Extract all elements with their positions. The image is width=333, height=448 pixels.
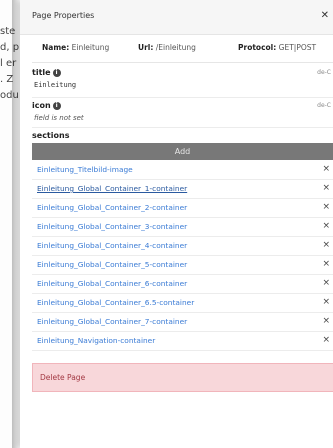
section-row: Einleitung_Global_Container_6-container … <box>32 275 333 294</box>
meta-protocol-value: GET|POST <box>278 43 317 52</box>
modal-shadow <box>12 0 20 448</box>
title-lang-tag: de-C <box>317 69 331 76</box>
section-link[interactable]: Einleitung_Global_Container_3-container <box>37 222 187 231</box>
section-row: Einleitung_Global_Container_2-container … <box>32 199 333 218</box>
meta-name: Name: Einleitung <box>42 43 109 52</box>
remove-icon[interactable]: × <box>322 240 330 250</box>
section-row: Einleitung_Global_Container_5-container … <box>32 256 333 275</box>
remove-icon[interactable]: × <box>322 164 330 174</box>
section-link[interactable]: Einleitung_Navigation-container <box>37 336 155 345</box>
delete-page-panel[interactable]: Delete Page <box>32 363 333 392</box>
icon-field-label: icon i <box>32 101 61 110</box>
remove-icon[interactable]: × <box>322 316 330 326</box>
info-icon[interactable]: i <box>52 68 61 77</box>
section-list: Einleitung_Titelbild-image × Einleitung_… <box>32 161 333 351</box>
title-value[interactable]: Einleitung <box>34 81 76 89</box>
title-label-text: title <box>32 68 51 77</box>
section-row: Einleitung_Global_Container_1-container … <box>32 180 333 199</box>
remove-icon[interactable]: × <box>322 202 330 212</box>
section-link[interactable]: Einleitung_Global_Container_5-container <box>37 260 187 269</box>
section-row: Einleitung_Global_Container_3-container … <box>32 218 333 237</box>
meta-name-value: Einleitung <box>71 43 110 52</box>
section-link[interactable]: Einleitung_Global_Container_1-container <box>37 184 187 193</box>
info-icon[interactable]: i <box>52 101 61 110</box>
section-row: Einleitung_Global_Container_4-container … <box>32 237 333 256</box>
title-field-label: title i <box>32 68 61 77</box>
remove-icon[interactable]: × <box>322 335 330 345</box>
meta-url-value: /Einleitung <box>155 43 196 52</box>
sections-label: sections <box>32 131 70 140</box>
meta-divider <box>32 62 333 63</box>
meta-protocol-label: Protocol: <box>238 43 277 52</box>
field-divider <box>32 97 333 98</box>
section-link[interactable]: Einleitung_Global_Container_2-container <box>37 203 187 212</box>
page-meta-row: Name: Einleitung Url: /Einleitung Protoc… <box>20 38 333 58</box>
close-icon[interactable]: ✕ <box>321 10 329 21</box>
modal-title: Page Properties <box>32 11 95 20</box>
section-row: Einleitung_Titelbild-image × <box>32 161 333 180</box>
section-row: Einleitung_Global_Container_6.5-containe… <box>32 294 333 313</box>
icon-value[interactable]: field is not set <box>34 114 84 122</box>
section-link[interactable]: Einleitung_Titelbild-image <box>37 165 133 174</box>
modal-header: Page Properties ✕ <box>20 0 333 35</box>
field-divider <box>32 127 333 128</box>
section-row: Einleitung_Global_Container_7-container … <box>32 313 333 332</box>
remove-icon[interactable]: × <box>322 221 330 231</box>
section-link[interactable]: Einleitung_Global_Container_6.5-containe… <box>37 298 194 307</box>
icon-lang-tag: de-C <box>317 102 331 109</box>
meta-url: Url: /Einleitung <box>138 43 196 52</box>
icon-label-text: icon <box>32 101 51 110</box>
page-properties-modal: Page Properties ✕ Name: Einleitung Url: … <box>20 0 333 448</box>
meta-url-label: Url: <box>138 43 154 52</box>
add-section-button[interactable]: Add <box>32 143 333 160</box>
section-link[interactable]: Einleitung_Global_Container_7-container <box>37 317 187 326</box>
section-link[interactable]: Einleitung_Global_Container_4-container <box>37 241 187 250</box>
remove-icon[interactable]: × <box>322 183 330 193</box>
meta-protocol: Protocol: GET|POST <box>238 43 316 52</box>
remove-icon[interactable]: × <box>322 297 330 307</box>
section-row: Einleitung_Navigation-container × <box>32 332 333 351</box>
delete-page-button[interactable]: Delete Page <box>40 373 85 382</box>
meta-name-label: Name: <box>42 43 70 52</box>
remove-icon[interactable]: × <box>322 259 330 269</box>
remove-icon[interactable]: × <box>322 278 330 288</box>
section-link[interactable]: Einleitung_Global_Container_6-container <box>37 279 187 288</box>
